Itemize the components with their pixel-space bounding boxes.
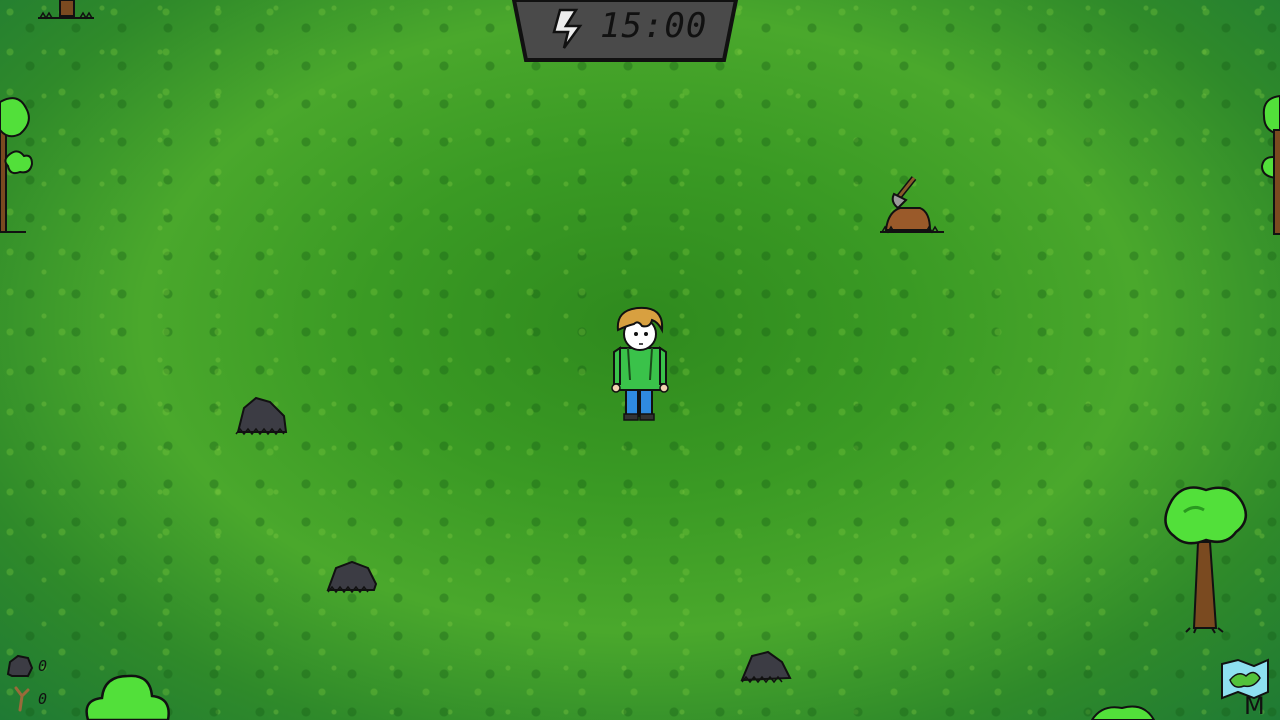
tree-right-edge (1260, 94, 1280, 235)
rock (740, 650, 792, 684)
stick-icon (14, 686, 30, 712)
stick-counter: 0 (6, 686, 47, 712)
stone-count: 0 (38, 657, 48, 675)
tree-bottom-right-partial (1090, 705, 1156, 720)
rock (326, 560, 378, 594)
stick-count: 0 (38, 690, 48, 708)
tree-bottom-right (1164, 486, 1248, 634)
bush-bottom-left (85, 674, 170, 720)
stone-icon (6, 654, 34, 677)
stone-counter: 0 (6, 654, 47, 678)
map-key-label: M (1244, 692, 1265, 720)
timer-panel: 15:00 (512, 0, 738, 64)
tree-left-edge (0, 97, 34, 233)
player-character (611, 306, 669, 421)
timer-value: 15:00 (600, 6, 708, 46)
tree-top-left (38, 0, 94, 20)
lightning-icon (552, 8, 583, 49)
axe-in-stump (880, 176, 944, 234)
rock (235, 396, 288, 436)
